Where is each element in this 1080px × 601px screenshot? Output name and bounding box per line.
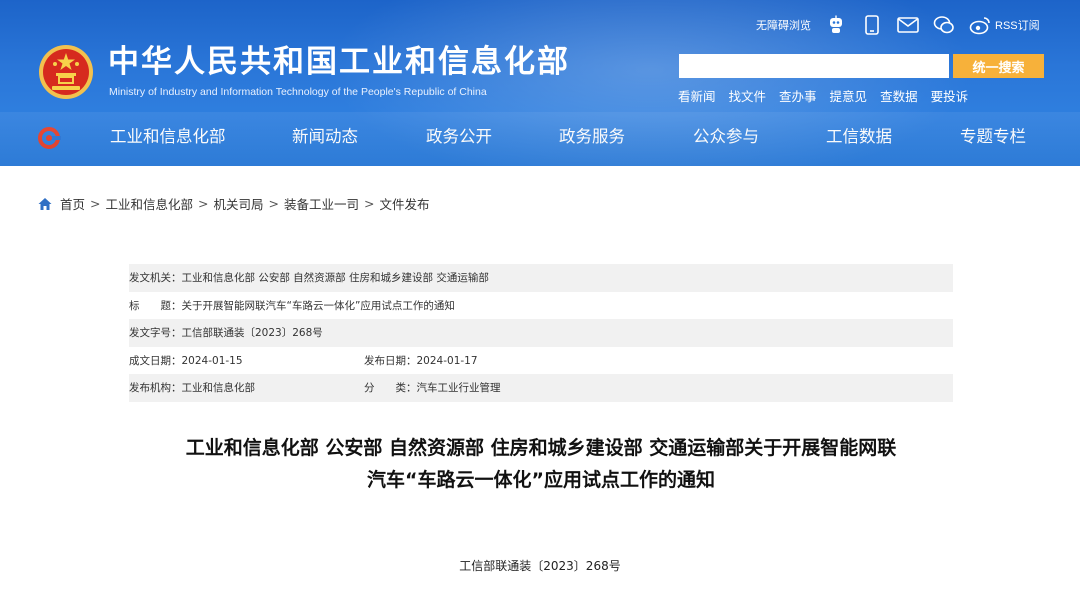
- meta-value-publisher: 工业和信息化部: [181, 382, 256, 395]
- quick-link-data[interactable]: 查数据: [880, 86, 918, 105]
- meta-value-date-published: 2024-01-17: [416, 354, 478, 367]
- quick-link-files[interactable]: 找文件: [729, 86, 767, 105]
- search-input[interactable]: [679, 54, 949, 78]
- meta-row-doc-number: 发文字号：工信部联通装〔2023〕268号: [129, 319, 953, 347]
- nav-item-news[interactable]: 新闻动态: [292, 126, 358, 148]
- meta-value-title: 关于开展智能网联汽车“车路云一体化”应用试点工作的通知: [181, 299, 455, 312]
- meta-row-title: 标 题：关于开展智能网联汽车“车路云一体化”应用试点工作的通知: [129, 292, 953, 320]
- breadcrumb-equipment-dept[interactable]: 装备工业一司: [284, 194, 359, 213]
- meta-row-publisher: 发布机构：工业和信息化部 分 类：汽车工业行业管理: [129, 374, 953, 402]
- breadcrumb-separator: >: [198, 196, 209, 211]
- meta-label: 发布机构：: [129, 382, 182, 395]
- meta-label: 标 题：: [129, 299, 182, 312]
- search-button[interactable]: 统一搜索: [953, 54, 1044, 78]
- nav-logo-icon[interactable]: [36, 125, 62, 151]
- breadcrumb-separator: >: [90, 196, 101, 211]
- nav-item-data[interactable]: 工信数据: [826, 126, 892, 148]
- robot-icon[interactable]: [825, 14, 847, 36]
- meta-value-category: 汽车工业行业管理: [416, 382, 501, 395]
- meta-label: 发布日期：: [364, 354, 417, 367]
- breadcrumb-home[interactable]: 首页: [60, 194, 85, 213]
- quick-link-news[interactable]: 看新闻: [678, 86, 716, 105]
- home-icon[interactable]: [38, 197, 52, 211]
- mobile-icon[interactable]: [861, 14, 883, 36]
- document-title: 工业和信息化部 公安部 自然资源部 住房和城乡建设部 交通运输部关于开展智能网联…: [130, 432, 952, 496]
- meta-label: 发文字号：: [129, 327, 182, 340]
- nav-item-ministry[interactable]: 工业和信息化部: [110, 126, 226, 148]
- meta-label: 发文机关：: [129, 272, 182, 285]
- meta-value-issuer: 工业和信息化部 公安部 自然资源部 住房和城乡建设部 交通运输部: [181, 272, 489, 285]
- nav-item-public-participation[interactable]: 公众参与: [693, 126, 759, 148]
- meta-label: 成文日期：: [129, 354, 182, 367]
- site-subtitle: Ministry of Industry and Information Tec…: [109, 86, 487, 98]
- quick-link-complaint[interactable]: 要投诉: [931, 86, 969, 105]
- document-metadata: 发文机关：工业和信息化部 公安部 自然资源部 住房和城乡建设部 交通运输部 标 …: [129, 264, 953, 402]
- weibo-icon[interactable]: [969, 14, 991, 36]
- rss-link[interactable]: RSS订阅: [995, 17, 1040, 33]
- breadcrumb-separator: >: [364, 196, 375, 211]
- breadcrumb-separator: >: [268, 196, 279, 211]
- weixin-icon[interactable]: [933, 14, 955, 36]
- breadcrumb-departments[interactable]: 机关司局: [214, 194, 264, 213]
- utility-bar: 无障碍浏览 RSS订阅: [756, 12, 1040, 38]
- meta-value-date-written: 2024-01-15: [181, 354, 243, 367]
- main-nav: 工业和信息化部 新闻动态 政务公开 政务服务 公众参与 工信数据 专题专栏: [0, 118, 1080, 158]
- meta-label: 分 类：: [364, 382, 417, 395]
- quick-link-feedback[interactable]: 提意见: [830, 86, 868, 105]
- site-title[interactable]: 中华人民共和国工业和信息化部: [108, 44, 570, 80]
- breadcrumb-ministry[interactable]: 工业和信息化部: [106, 194, 194, 213]
- quick-links: 看新闻 找文件 查办事 提意见 查数据 要投诉: [678, 86, 981, 105]
- document-number: 工信部联通装〔2023〕268号: [459, 559, 621, 573]
- breadcrumb: 首页 > 工业和信息化部 > 机关司局 > 装备工业一司 > 文件发布: [38, 194, 430, 213]
- accessibility-link[interactable]: 无障碍浏览: [756, 17, 811, 33]
- document-title-line-2: 汽车“车路云一体化”应用试点工作的通知: [367, 469, 715, 491]
- nav-item-services[interactable]: 政务服务: [559, 126, 625, 148]
- national-emblem-icon[interactable]: [38, 44, 94, 100]
- document-title-line-1: 工业和信息化部 公安部 自然资源部 住房和城乡建设部 交通运输部关于开展智能网联: [185, 437, 897, 459]
- site-header: 中华人民共和国工业和信息化部 Ministry of Industry and …: [0, 0, 1080, 166]
- mail-icon[interactable]: [897, 14, 919, 36]
- nav-item-government-affairs[interactable]: 政务公开: [426, 126, 492, 148]
- meta-row-dates: 成文日期：2024-01-15 发布日期：2024-01-17: [129, 347, 953, 375]
- breadcrumb-documents[interactable]: 文件发布: [380, 194, 430, 213]
- nav-item-topics[interactable]: 专题专栏: [960, 126, 1026, 148]
- meta-row-issuer: 发文机关：工业和信息化部 公安部 自然资源部 住房和城乡建设部 交通运输部: [129, 264, 953, 292]
- quick-link-services[interactable]: 查办事: [779, 86, 817, 105]
- meta-value-doc-number: 工信部联通装〔2023〕268号: [181, 327, 323, 340]
